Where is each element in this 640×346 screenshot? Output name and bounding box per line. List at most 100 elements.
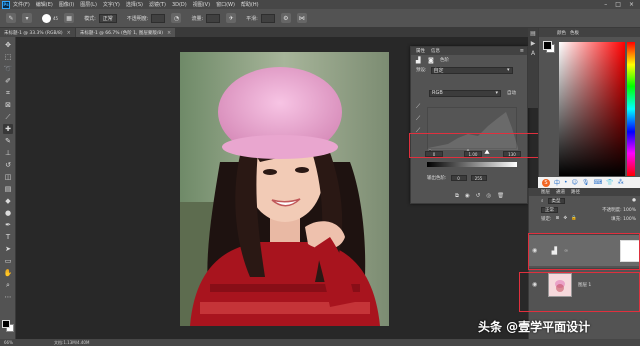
actions-panel-icon[interactable]: ▶ (528, 38, 538, 48)
close-icon[interactable]: × (67, 30, 71, 36)
dropdown-arrow-icon[interactable]: ▾ (22, 13, 32, 23)
hand-tool-icon[interactable]: ✋ (3, 268, 13, 278)
tab-color[interactable]: 颜色 (557, 30, 566, 36)
brush-tool-icon[interactable]: ✎ (3, 136, 13, 146)
document-photo[interactable] (180, 52, 389, 326)
reset-icon[interactable]: ↺ (476, 193, 481, 200)
auto-button[interactable]: 自动 (507, 90, 516, 96)
tab-layers[interactable]: 图层 (541, 189, 550, 195)
brush-tool-icon[interactable]: ✎ (6, 13, 16, 23)
shape-tool-icon[interactable]: ▭ (3, 256, 13, 266)
more-tools-icon[interactable]: ⋯ (3, 292, 13, 302)
mode-select[interactable]: 正常 (98, 13, 117, 23)
maximize-icon[interactable]: □ (615, 1, 621, 8)
gray-point-eyedropper-icon[interactable]: ⟋ (416, 115, 424, 127)
microphone-icon[interactable]: 🎙 (582, 179, 590, 186)
menu-grid-icon[interactable]: ⁂ (618, 179, 624, 186)
menu-filter[interactable]: 滤镜(T) (149, 1, 166, 8)
menu-window[interactable]: 窗口(W) (216, 1, 235, 8)
zoom-tool-icon[interactable]: ⌕ (3, 280, 13, 290)
frame-tool-icon[interactable]: ⊠ (3, 100, 13, 110)
output-white-field[interactable]: 255 (470, 175, 487, 181)
path-select-tool-icon[interactable]: ➤ (3, 244, 13, 254)
menu-3d[interactable]: 3D(D) (172, 2, 187, 8)
character-panel-icon[interactable]: A (528, 48, 538, 58)
pressure-opacity-icon[interactable]: ◔ (171, 13, 182, 23)
settings-gear-icon[interactable]: ⚙ (280, 13, 291, 23)
airbrush-icon[interactable]: ✈ (226, 13, 237, 23)
opacity-value[interactable]: 100% (623, 208, 636, 213)
close-icon[interactable]: × (167, 30, 171, 36)
skin-icon[interactable]: 👕 (606, 179, 613, 186)
dodge-tool-icon[interactable]: ● (3, 208, 13, 218)
menu-select[interactable]: 选择(S) (126, 1, 143, 8)
lasso-tool-icon[interactable]: ➰ (3, 64, 13, 74)
kind-filter-select[interactable]: 类型 (547, 197, 565, 204)
punctuation-icon[interactable]: • (564, 179, 568, 186)
zoom-level[interactable]: 66% (4, 340, 24, 345)
marquee-tool-icon[interactable]: ⬚ (3, 52, 13, 62)
crop-tool-icon[interactable]: ⌗ (3, 88, 13, 98)
levels-title-row: ▟ ◙ 色阶 (411, 55, 527, 65)
smoothing-input[interactable] (260, 13, 275, 23)
gradient-tool-icon[interactable]: ▤ (3, 184, 13, 194)
panel-menu-icon[interactable]: ≡ (520, 48, 524, 54)
clip-to-layer-icon[interactable]: ⧉ (455, 193, 459, 200)
eraser-tool-icon[interactable]: ◫ (3, 172, 13, 182)
menu-edit[interactable]: 编辑(E) (36, 1, 53, 8)
filter-toggle-icon[interactable]: ● (632, 198, 636, 203)
brush-panel-icon[interactable]: ▦ (64, 13, 75, 23)
view-previous-icon[interactable]: ◉ (465, 193, 470, 200)
brush-preview-icon[interactable] (42, 13, 51, 23)
menu-type[interactable]: 文字(Y) (103, 1, 120, 8)
menu-layer[interactable]: 图层(L) (80, 1, 97, 8)
tab-properties[interactable]: 属性 (413, 48, 428, 54)
pen-tool-icon[interactable]: ✒ (3, 220, 13, 230)
chinese-input-icon[interactable]: 中 (554, 178, 560, 187)
move-tool-icon[interactable]: ✥ (3, 40, 13, 50)
blend-mode-select[interactable]: 正常 (541, 206, 558, 213)
color-picker-field[interactable] (559, 42, 625, 176)
eyedropper-tool-icon[interactable]: ⟋ (3, 112, 13, 122)
output-black-field[interactable]: 0 (450, 175, 467, 181)
lock-pixels-icon[interactable]: ⊞ (556, 216, 560, 221)
menu-image[interactable]: 图像(I) (59, 1, 74, 8)
close-icon[interactable]: × (629, 1, 634, 8)
history-brush-tool-icon[interactable]: ↺ (3, 160, 13, 170)
opacity-input[interactable] (151, 13, 166, 23)
tab-swatches[interactable]: 色板 (570, 30, 579, 36)
symmetry-icon[interactable]: ⋈ (296, 13, 307, 23)
tab-info[interactable]: 信息 (428, 48, 443, 54)
menu-view[interactable]: 视图(V) (193, 1, 210, 8)
tab-channels[interactable]: 通道 (556, 189, 565, 195)
menu-file[interactable]: 文件(F) (13, 1, 30, 8)
visibility-eye-icon[interactable]: ◎ (486, 193, 491, 200)
emoji-icon[interactable]: ☺ (572, 179, 578, 186)
blur-tool-icon[interactable]: ◆ (3, 196, 13, 206)
type-tool-icon[interactable]: T (3, 232, 13, 242)
fill-value[interactable]: 100% (623, 217, 636, 222)
menu-help[interactable]: 帮助(H) (241, 1, 259, 8)
lock-position-icon[interactable]: ✥ (563, 216, 567, 221)
hue-slider[interactable] (627, 42, 635, 176)
preset-select[interactable]: 自定 ▾ (430, 66, 513, 74)
black-point-eyedropper-icon[interactable]: ⟋ (416, 103, 424, 115)
layer-mask-icon[interactable]: ◙ (428, 57, 436, 64)
sogou-logo-icon[interactable]: S (542, 178, 550, 187)
channel-select[interactable]: RGB ▾ (429, 89, 501, 97)
delete-trash-icon[interactable]: 🗑 (497, 193, 504, 200)
flow-input[interactable] (206, 13, 221, 23)
levels-adjustment-icon: ▟ (416, 56, 421, 64)
document-tab-active[interactable]: 未标题-1 @ 66.7% (色阶 1, 图层蒙版/8) × (75, 28, 176, 37)
tab-paths[interactable]: 路径 (571, 189, 580, 195)
minimize-icon[interactable]: – (604, 1, 607, 8)
color-foreground-swatch[interactable] (543, 41, 552, 50)
document-tab[interactable]: 未标题-1 @ 33.3% (RGB/8) × (0, 28, 75, 37)
lock-all-icon[interactable]: 🔒 (571, 216, 577, 221)
healing-brush-tool-icon[interactable]: ✚ (3, 124, 13, 134)
keyboard-icon[interactable]: ⌨ (593, 179, 602, 186)
foreground-color-swatch[interactable] (2, 320, 10, 328)
clone-stamp-tool-icon[interactable]: ⊥ (3, 148, 13, 158)
history-panel-icon[interactable]: ▤ (528, 28, 538, 38)
quick-select-tool-icon[interactable]: ✐ (3, 76, 13, 86)
